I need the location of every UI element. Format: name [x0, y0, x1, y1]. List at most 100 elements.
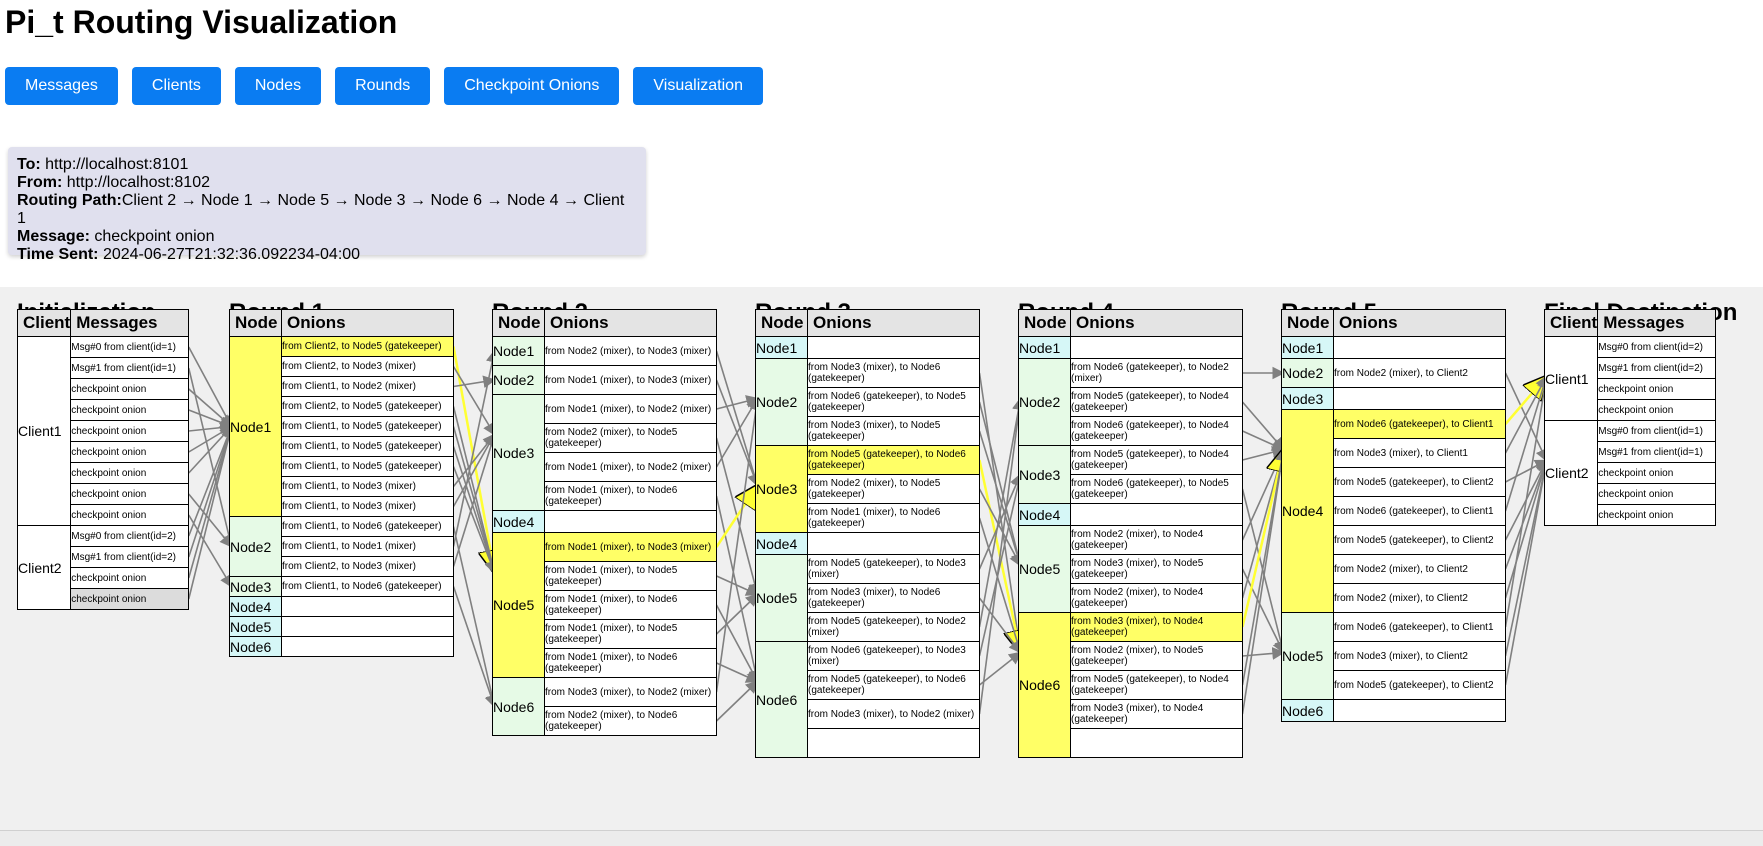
- onion-cell[interactable]: from Client2, to Node3 (mixer): [281, 556, 454, 577]
- onion-cell[interactable]: from Node1 (mixer), to Node2 (mixer): [544, 452, 717, 482]
- onion-cell[interactable]: from Client1, to Node3 (mixer): [281, 496, 454, 517]
- message-cell[interactable]: checkpoint onion: [70, 420, 190, 442]
- onion-cell[interactable]: from Node6 (gatekeeper), to Client1: [1333, 496, 1506, 526]
- routing-arrow: [978, 372, 1026, 655]
- table-row: Node3: [1281, 387, 1506, 410]
- nodes-button[interactable]: Nodes: [234, 67, 322, 105]
- onion-cell[interactable]: from Node6 (gatekeeper), to Node4 (gatek…: [1070, 416, 1243, 446]
- onion-cell[interactable]: from Node5 (gatekeeper), to Client2: [1333, 525, 1506, 555]
- node-header: Node: [492, 309, 545, 337]
- message-cell[interactable]: Msg#1 from client(id=2): [70, 546, 190, 568]
- onion-cell[interactable]: from Node2 (mixer), to Node5 (gatekeeper…: [807, 474, 980, 504]
- onion-cell[interactable]: from Client1, to Node2 (mixer): [281, 376, 454, 397]
- onion-cell[interactable]: [1070, 728, 1243, 758]
- message-cell[interactable]: Msg#0 from client(id=2): [1597, 336, 1717, 358]
- onion-cell[interactable]: from Node3 (mixer), to Node2 (mixer): [544, 677, 717, 707]
- onion-cell[interactable]: from Node5 (gatekeeper), to Node2 (mixer…: [807, 612, 980, 642]
- onion-cell[interactable]: from Node6 (gatekeeper), to Node3 (mixer…: [807, 641, 980, 671]
- onion-cell[interactable]: from Client1, to Node5 (gatekeeper): [281, 436, 454, 457]
- onion-cell[interactable]: from Node5 (gatekeeper), to Node6 (gatek…: [807, 670, 980, 700]
- onion-cell[interactable]: from Client1, to Node6 (gatekeeper): [281, 516, 454, 537]
- node-cell-node4: Node4: [492, 510, 545, 533]
- onion-cell[interactable]: from Node2 (mixer), to Node4 (gatekeeper…: [1070, 583, 1243, 613]
- message-cell[interactable]: checkpoint onion: [1597, 462, 1717, 484]
- node-cell-node5: Node5: [492, 532, 545, 678]
- onion-cell[interactable]: from Node3 (mixer), to Node4 (gatekeeper…: [1070, 612, 1243, 642]
- onion-cell[interactable]: from Node2 (mixer), to Node4 (gatekeeper…: [1070, 525, 1243, 555]
- onion-cell[interactable]: from Client2, to Node5 (gatekeeper): [281, 336, 454, 357]
- onion-cell[interactable]: from Client1, to Node5 (gatekeeper): [281, 456, 454, 477]
- rounds-button[interactable]: Rounds: [335, 67, 431, 105]
- message-cell[interactable]: checkpoint onion: [1597, 378, 1717, 400]
- message-cell[interactable]: checkpoint onion: [70, 588, 190, 610]
- message-cell[interactable]: checkpoint onion: [70, 399, 190, 421]
- onion-cell[interactable]: from Node6 (gatekeeper), to Client1: [1333, 409, 1506, 439]
- onion-cell[interactable]: from Node1 (mixer), to Node6 (gatekeeper…: [544, 648, 717, 678]
- onion-cell[interactable]: from Node1 (mixer), to Node5 (gatekeeper…: [544, 561, 717, 591]
- onion-cell[interactable]: from Node5 (gatekeeper), to Node4 (gatek…: [1070, 670, 1243, 700]
- onion-cell[interactable]: from Node1 (mixer), to Node6 (gatekeeper…: [807, 503, 980, 533]
- clients-button[interactable]: Clients: [131, 67, 221, 105]
- onion-cell[interactable]: from Node2 (mixer), to Node5 (gatekeeper…: [1070, 641, 1243, 671]
- onion-cell[interactable]: from Node3 (mixer), to Node6 (gatekeeper…: [807, 358, 980, 388]
- onion-cell[interactable]: from Node6 (gatekeeper), to Client1: [1333, 612, 1506, 642]
- onion-cell[interactable]: from Node2 (mixer), to Client2: [1333, 583, 1506, 613]
- onion-cell[interactable]: from Node5 (gatekeeper), to Client2: [1333, 670, 1506, 700]
- message-cell[interactable]: checkpoint onion: [1597, 504, 1717, 526]
- message-cell[interactable]: Msg#1 from client(id=1): [70, 357, 190, 379]
- onion-cell[interactable]: from Node1 (mixer), to Node2 (mixer): [544, 394, 717, 424]
- onion-cell[interactable]: from Node5 (gatekeeper), to Node4 (gatek…: [1070, 387, 1243, 417]
- onion-cell[interactable]: from Node1 (mixer), to Node5 (gatekeeper…: [544, 619, 717, 649]
- onion-cell[interactable]: from Node2 (mixer), to Client2: [1333, 358, 1506, 388]
- onion-cell[interactable]: from Node2 (mixer), to Client2: [1333, 554, 1506, 584]
- onion-cell[interactable]: from Node2 (mixer), to Node5 (gatekeeper…: [544, 423, 717, 453]
- onion-cell[interactable]: from Node5 (gatekeeper), to Client2: [1333, 467, 1506, 497]
- onion-cell[interactable]: from Node6 (gatekeeper), to Node5 (gatek…: [807, 387, 980, 417]
- onion-cell[interactable]: from Node1 (mixer), to Node3 (mixer): [544, 532, 717, 562]
- message-cell[interactable]: Msg#1 from client(id=2): [1597, 357, 1717, 379]
- message-cell[interactable]: checkpoint onion: [1597, 399, 1717, 421]
- onion-cell[interactable]: from Node1 (mixer), to Node3 (mixer): [544, 365, 717, 395]
- message-cell[interactable]: checkpoint onion: [70, 504, 190, 526]
- onion-cell[interactable]: from Node3 (mixer), to Node5 (gatekeeper…: [807, 416, 980, 446]
- visualization-button[interactable]: Visualization: [633, 67, 763, 105]
- onion-cell[interactable]: from Node5 (gatekeeper), to Node4 (gatek…: [1070, 445, 1243, 475]
- onion-cell[interactable]: from Node3 (mixer), to Client2: [1333, 641, 1506, 671]
- message-cell[interactable]: Msg#0 from client(id=1): [70, 336, 190, 358]
- onion-cell[interactable]: from Node5 (gatekeeper), to Node6 (gatek…: [807, 445, 980, 475]
- onion-cell[interactable]: from Client1, to Node5 (gatekeeper): [281, 416, 454, 437]
- message-cell[interactable]: checkpoint onion: [70, 483, 190, 505]
- onion-cell[interactable]: from Client1, to Node1 (mixer): [281, 536, 454, 557]
- horizontal-scrollbar[interactable]: [0, 830, 1763, 846]
- onion-cell[interactable]: from Client1, to Node6 (gatekeeper): [281, 576, 454, 597]
- onion-cell[interactable]: from Node1 (mixer), to Node6 (gatekeeper…: [544, 590, 717, 620]
- message-cell[interactable]: checkpoint onion: [70, 462, 190, 484]
- onion-cell[interactable]: from Node2 (mixer), to Node3 (mixer): [544, 336, 717, 366]
- message-cell[interactable]: checkpoint onion: [70, 441, 190, 463]
- message-cell[interactable]: checkpoint onion: [1597, 483, 1717, 505]
- onion-cell[interactable]: from Client2, to Node3 (mixer): [281, 356, 454, 377]
- onion-cell[interactable]: from Node2 (mixer), to Node6 (gatekeeper…: [544, 706, 717, 736]
- message-cell[interactable]: Msg#0 from client(id=1): [1597, 420, 1717, 442]
- table-row: Node2 from Node2 (mixer), to Client2: [1281, 358, 1506, 388]
- onion-cell[interactable]: from Node3 (mixer), to Node2 (mixer): [807, 699, 980, 729]
- onion-cell[interactable]: from Node6 (gatekeeper), to Node5 (gatek…: [1070, 474, 1243, 504]
- onion-cell[interactable]: from Node6 (gatekeeper), to Node2 (mixer…: [1070, 358, 1243, 388]
- checkpoint-onions-button[interactable]: Checkpoint Onions: [444, 67, 620, 105]
- message-cell[interactable]: Msg#1 from client(id=1): [1597, 441, 1717, 463]
- onion-cell[interactable]: from Node3 (mixer), to Client1: [1333, 438, 1506, 468]
- message-cell[interactable]: checkpoint onion: [70, 378, 190, 400]
- onion-cell[interactable]: from Node1 (mixer), to Node6 (gatekeeper…: [544, 481, 717, 511]
- onion-cell[interactable]: [807, 728, 980, 758]
- onion-cell[interactable]: from Node3 (mixer), to Node6 (gatekeeper…: [807, 583, 980, 613]
- message-cell[interactable]: Msg#0 from client(id=2): [70, 525, 190, 547]
- messages-button[interactable]: Messages: [5, 67, 118, 105]
- onion-cell[interactable]: from Client2, to Node5 (gatekeeper): [281, 396, 454, 417]
- onion-cell[interactable]: from Node3 (mixer), to Node4 (gatekeeper…: [1070, 699, 1243, 729]
- onion-cell[interactable]: from Client1, to Node3 (mixer): [281, 476, 454, 497]
- message-cell[interactable]: checkpoint onion: [70, 567, 190, 589]
- round-2-table: Node Onions Node1 from Node2 (mixer), to No…: [492, 309, 717, 736]
- onion-cell[interactable]: from Node3 (mixer), to Node5 (gatekeeper…: [1070, 554, 1243, 584]
- onion-cell[interactable]: from Node5 (gatekeeper), to Node3 (mixer…: [807, 554, 980, 584]
- table-row: Node5 from Node6 (gatekeeper), to Client1: [1281, 612, 1506, 700]
